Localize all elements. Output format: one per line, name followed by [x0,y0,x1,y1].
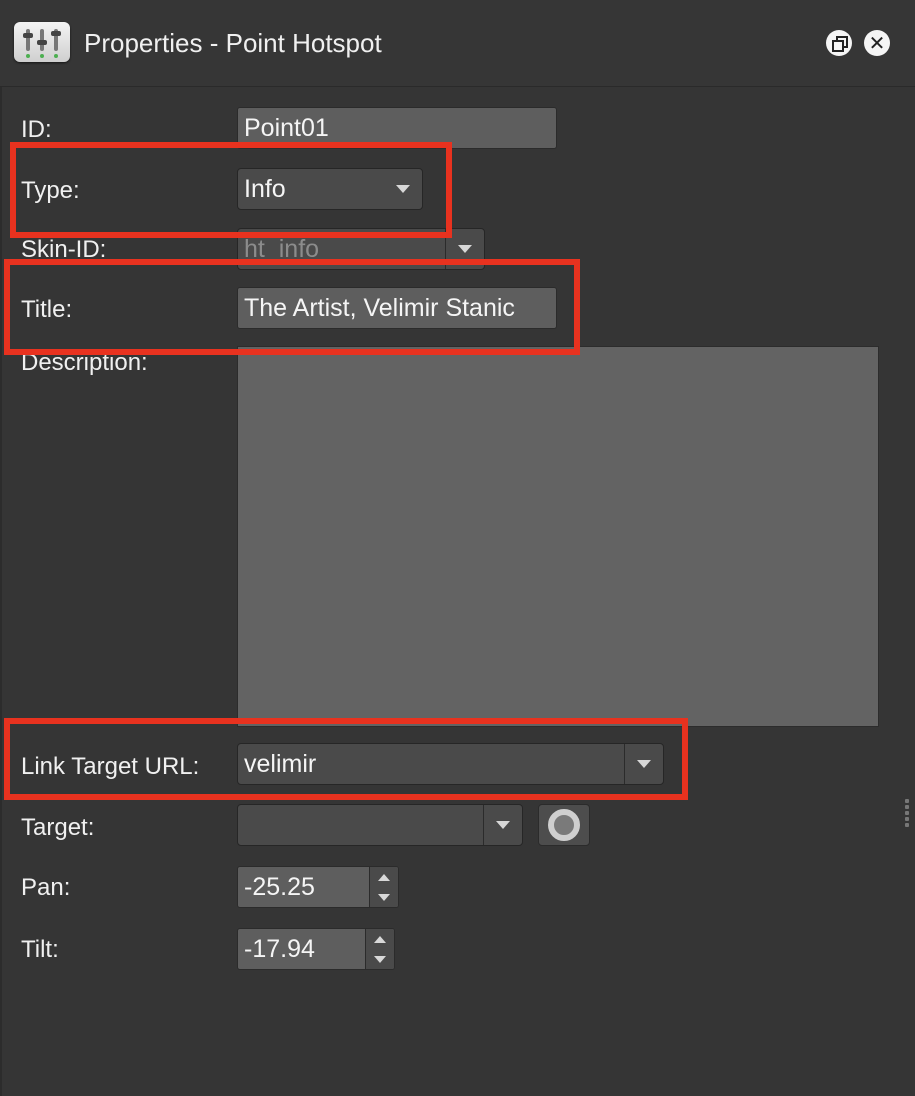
link-target-url-label: Link Target URL: [21,753,200,780]
description-label: Description: [21,349,148,376]
chevron-down-icon[interactable] [624,744,663,784]
skin-id-select[interactable]: ht_info [237,228,485,270]
title-bar: Properties - Point Hotspot ✕ [0,0,915,87]
resize-grip-icon[interactable] [905,797,911,831]
id-input[interactable]: Point01 [237,107,557,149]
panel-border [0,87,2,1096]
link-target-url-select[interactable]: velimir [237,743,664,785]
title-input[interactable]: The Artist, Velimir Stanic [237,287,557,329]
pan-stepper[interactable] [369,867,398,907]
tilt-value: -17.94 [244,935,315,963]
mixer-sliders-icon [14,22,70,62]
tilt-label: Tilt: [21,936,59,963]
skin-id-select-value: ht_info [244,235,320,263]
target-picker-button[interactable] [538,804,590,846]
target-select[interactable] [237,804,523,846]
tilt-spinbox[interactable]: -17.94 [237,928,395,970]
type-select-value: Info [244,175,286,203]
target-label: Target: [21,814,95,841]
skin-id-label: Skin-ID: [21,236,107,263]
pan-label: Pan: [21,874,71,901]
tilt-stepper[interactable] [365,929,394,969]
title-label: Title: [21,296,73,323]
target-icon [548,809,580,841]
description-textarea[interactable] [237,346,879,727]
chevron-down-icon[interactable] [384,169,422,209]
increment-icon[interactable] [374,935,386,943]
id-label: ID: [21,116,52,143]
decrement-icon[interactable] [378,893,390,901]
pan-value: -25.25 [244,873,315,901]
close-icon[interactable]: ✕ [864,30,890,56]
decrement-icon[interactable] [374,955,386,963]
window-title: Properties - Point Hotspot [84,28,382,58]
chevron-down-icon[interactable] [445,229,484,269]
restore-window-icon[interactable] [826,30,852,56]
chevron-down-icon[interactable] [483,805,522,845]
type-select[interactable]: Info [237,168,423,210]
type-label: Type: [21,177,80,204]
pan-spinbox[interactable]: -25.25 [237,866,399,908]
increment-icon[interactable] [378,873,390,881]
link-target-url-value: velimir [244,750,317,778]
